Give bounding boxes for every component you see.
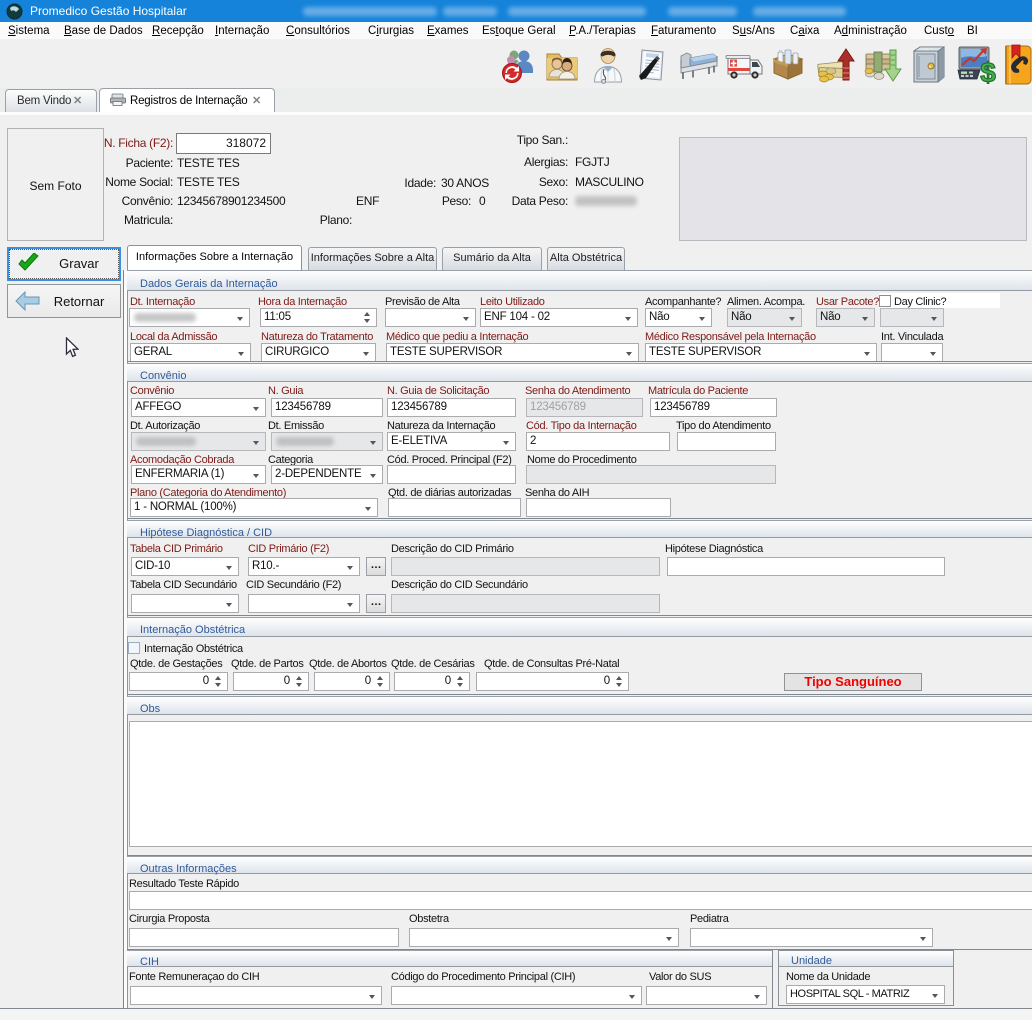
svg-text:$: $ — [980, 57, 996, 84]
